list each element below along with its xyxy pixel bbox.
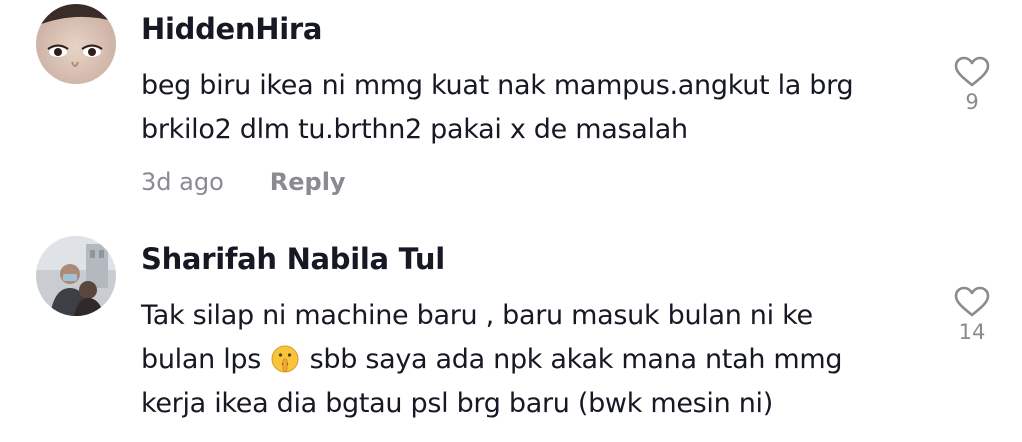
heart-icon bbox=[954, 286, 990, 317]
comment-username[interactable]: Sharifah Nabila Tul bbox=[141, 242, 445, 276]
like-button[interactable]: 9 bbox=[950, 56, 994, 114]
heart-icon bbox=[954, 56, 990, 87]
comment-text-line-with-emoji: bulan lps sbb saya ada npk akak mana nta… bbox=[141, 338, 921, 382]
comment-timestamp: 3d ago bbox=[141, 168, 224, 196]
comment-text-fragment: sbb saya ada npk akak mana ntah mmg bbox=[309, 344, 843, 375]
comment-text: beg biru ikea ni mmg kuat nak mampus.ang… bbox=[141, 64, 921, 152]
comment-username[interactable]: HiddenHira bbox=[141, 12, 322, 46]
like-count: 9 bbox=[965, 90, 979, 114]
user-photo-avatar-icon bbox=[36, 236, 116, 316]
shushing-face-emoji-icon bbox=[271, 345, 299, 373]
comment-meta: 3d ago Reply bbox=[141, 168, 346, 196]
avatar[interactable] bbox=[36, 236, 116, 316]
like-button[interactable]: 14 bbox=[950, 286, 994, 344]
like-count: 14 bbox=[958, 320, 986, 344]
comment-text: Tak silap ni machine baru , baru masuk b… bbox=[141, 294, 921, 426]
comment-text-line: kerja ikea dia bgtau psl brg baru (bwk m… bbox=[141, 388, 773, 419]
comment-text-line: beg biru ikea ni mmg kuat nak mampus.ang… bbox=[141, 70, 854, 101]
avatar[interactable] bbox=[36, 4, 116, 84]
user-photo-avatar-icon bbox=[36, 4, 116, 84]
comment-text-line: brkilo2 dlm tu.brthn2 pakai x de masalah bbox=[141, 114, 688, 145]
comment-text-fragment: bulan lps bbox=[141, 344, 261, 375]
comment-text-line: Tak silap ni machine baru , baru masuk b… bbox=[141, 300, 813, 331]
reply-button[interactable]: Reply bbox=[270, 168, 346, 196]
